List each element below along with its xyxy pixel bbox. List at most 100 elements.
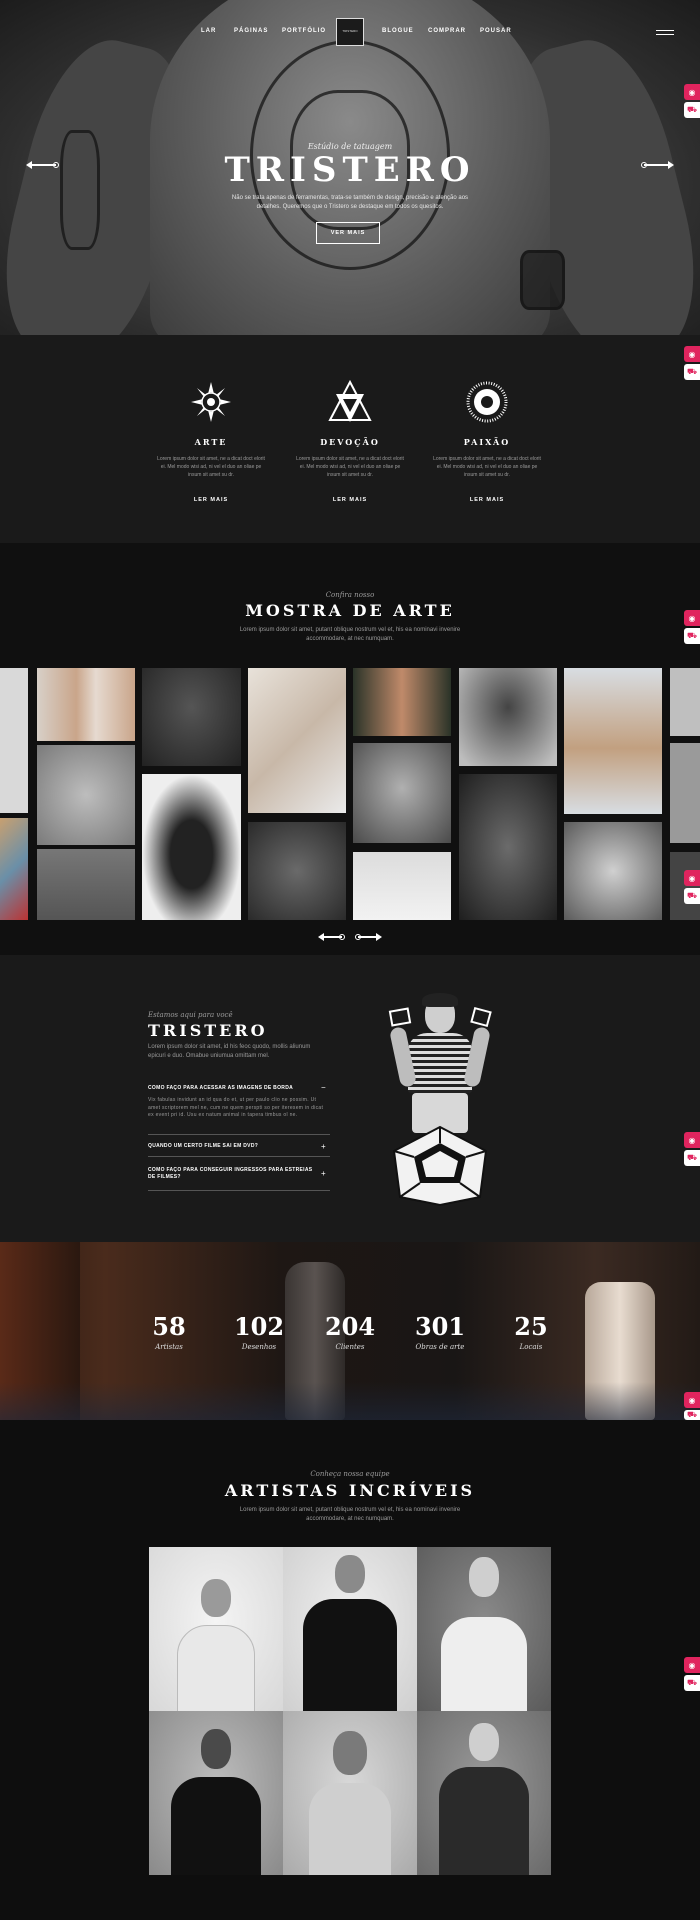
stat-number: 58 [152,1312,186,1341]
artist-photo[interactable] [417,1711,551,1875]
stat-number: 102 [233,1312,285,1341]
gallery-photo[interactable] [37,849,135,920]
feature-title: ARTE [194,437,228,447]
gallery-photo[interactable] [142,774,241,920]
gallery-photo[interactable] [0,818,28,920]
stat-label: Desenhos [241,1343,277,1351]
tattoo-graphic [520,250,565,310]
stat-label: Artistas [155,1343,183,1351]
site-logo[interactable]: TRISTERO [336,18,364,46]
hero-ver-mais-button[interactable]: VER MAIS [316,222,380,244]
hero-title: TRISTERO [224,150,476,190]
artist-photo[interactable] [417,1547,551,1711]
artists-text: Lorem ipsum dolor sit amet, putant obliq… [239,1507,461,1522]
showcase-eyebrow: Confira nosso [325,591,375,599]
stat-artworks: 301 Obras de arte [400,1312,480,1351]
gallery-photo[interactable] [459,774,557,920]
stats-section: 58 Artistas 102 Desenhos 204 Clientes 30… [0,1242,700,1420]
gallery-photo[interactable] [459,668,557,766]
feature-title: PAIXÃO [463,437,511,447]
cart-icon[interactable]: ⛟ [684,1410,700,1420]
gallery-photo[interactable] [564,668,662,814]
gallery-photo[interactable] [670,852,700,920]
faq-question[interactable]: COMO FAÇO PARA CONSEGUIR INGRESSOS PARA … [148,1167,313,1181]
artist-photo[interactable] [283,1547,417,1711]
stat-locations: 25 Locais [491,1312,571,1351]
faq-title: TRISTERO [148,1021,268,1040]
cart-icon[interactable]: ⛟ [684,102,700,118]
expand-icon[interactable]: + [321,1169,326,1178]
stat-designs: 102 Desenhos [219,1312,299,1351]
faq-question[interactable]: QUANDO UM CERTO FILME SAI EM DVD? [148,1143,330,1149]
gallery-photo[interactable] [353,743,451,843]
cart-icon[interactable]: ⛟ [684,364,700,380]
cart-icon[interactable]: ⛟ [684,1675,700,1691]
gallery-photo[interactable] [142,668,241,766]
hero-section: LAR PÁGINAS PORTFÓLIO TRISTERO BLOGUE CO… [0,0,700,335]
cart-icon[interactable]: ⛟ [684,888,700,904]
triangle-icon [470,1006,492,1028]
artists-eyebrow: Conheça nossa equipe [310,1470,390,1478]
lifebuoy-icon[interactable]: ◉ [684,1392,700,1408]
art-showcase-section: Confira nosso MOSTRA DE ARTE Lorem ipsum… [0,543,700,955]
artist-photo[interactable] [149,1547,283,1711]
faq-question[interactable]: COMO FAÇO PARA ACESSAR AS IMAGENS DE BOR… [148,1083,330,1091]
features-section: ARTE Lorem ipsum dolor sit amet, ne a di… [0,335,700,543]
feature-title: DEVOÇÃO [320,437,380,447]
artists-title: ARTISTAS INCRÍVEIS [224,1481,476,1500]
logo-text: TRISTERO [342,29,358,33]
feature-text: Lorem ipsum dolor sit amet, ne a dicat d… [433,456,541,478]
gallery-photo[interactable] [670,743,700,843]
lifebuoy-icon[interactable]: ◉ [684,870,700,886]
stat-number: 204 [324,1312,376,1341]
gallery-photo[interactable] [353,852,451,920]
expand-icon[interactable]: + [321,1142,326,1151]
lifebuoy-icon[interactable]: ◉ [684,1657,700,1673]
stat-label: Obras de arte [415,1343,465,1351]
faq-item[interactable]: COMO FAÇO PARA ACESSAR AS IMAGENS DE BOR… [148,1083,330,1135]
stat-artists: 58 Artistas [129,1312,209,1351]
lifebuoy-icon[interactable]: ◉ [684,1132,700,1148]
lifebuoy-icon[interactable]: ◉ [684,84,700,100]
gallery-photo[interactable] [0,668,28,813]
gallery-photo[interactable] [37,668,135,741]
stat-clients: 204 Clientes [310,1312,390,1351]
nav-link-paginas[interactable]: PÁGINAS [234,28,268,34]
feature-paixao: PAIXÃO Lorem ipsum dolor sit amet, ne a … [432,380,542,503]
artist-photo[interactable] [283,1711,417,1875]
artist-photo[interactable] [149,1711,283,1875]
feature-arte: ARTE Lorem ipsum dolor sit amet, ne a di… [156,380,266,503]
faq-item[interactable]: COMO FAÇO PARA CONSEGUIR INGRESSOS PARA … [148,1163,330,1191]
lifebuoy-icon[interactable]: ◉ [684,346,700,362]
gallery-photo[interactable] [670,668,700,736]
stat-number: 301 [414,1312,466,1341]
nav-link-portfolio[interactable]: PORTFÓLIO [282,28,326,34]
gallery-photo[interactable] [564,822,662,920]
showcase-title: MOSTRA DE ARTE [245,601,455,620]
feature-read-more-link[interactable]: LER MAIS [295,497,405,503]
gallery-photo[interactable] [248,822,346,920]
gallery-next-arrow-icon[interactable] [355,933,382,941]
faq-answer: Vix fabulas invidunt an id qua do et, ut… [148,1097,324,1118]
faq-item[interactable]: QUANDO UM CERTO FILME SAI EM DVD? + [148,1139,330,1157]
feature-text: Lorem ipsum dolor sit amet, ne a dicat d… [296,456,404,478]
faq-section: Estamos aqui para você TRISTERO Lorem ip… [0,955,700,1242]
gallery-prev-arrow-icon[interactable] [318,933,345,941]
sun-icon [466,381,508,423]
feature-read-more-link[interactable]: LER MAIS [156,497,266,503]
stat-label: Locais [519,1343,543,1351]
hamburger-icon[interactable] [656,30,674,35]
cart-icon[interactable]: ⛟ [684,628,700,644]
cart-icon[interactable]: ⛟ [684,1150,700,1166]
feature-read-more-link[interactable]: LER MAIS [432,497,542,503]
collapse-icon[interactable]: − [321,1083,326,1092]
lifebuoy-icon[interactable]: ◉ [684,610,700,626]
nav-link-blogue[interactable]: BLOGUE [382,28,414,34]
gallery-photo[interactable] [37,745,135,845]
gallery-photo[interactable] [248,668,346,813]
nav-link-lar[interactable]: LAR [201,28,216,34]
nav-link-pousar[interactable]: POUSAR [480,28,512,34]
faq-eyebrow: Estamos aqui para você [148,1011,233,1019]
gallery-photo[interactable] [353,668,451,736]
nav-link-comprar[interactable]: COMPRAR [428,28,466,34]
